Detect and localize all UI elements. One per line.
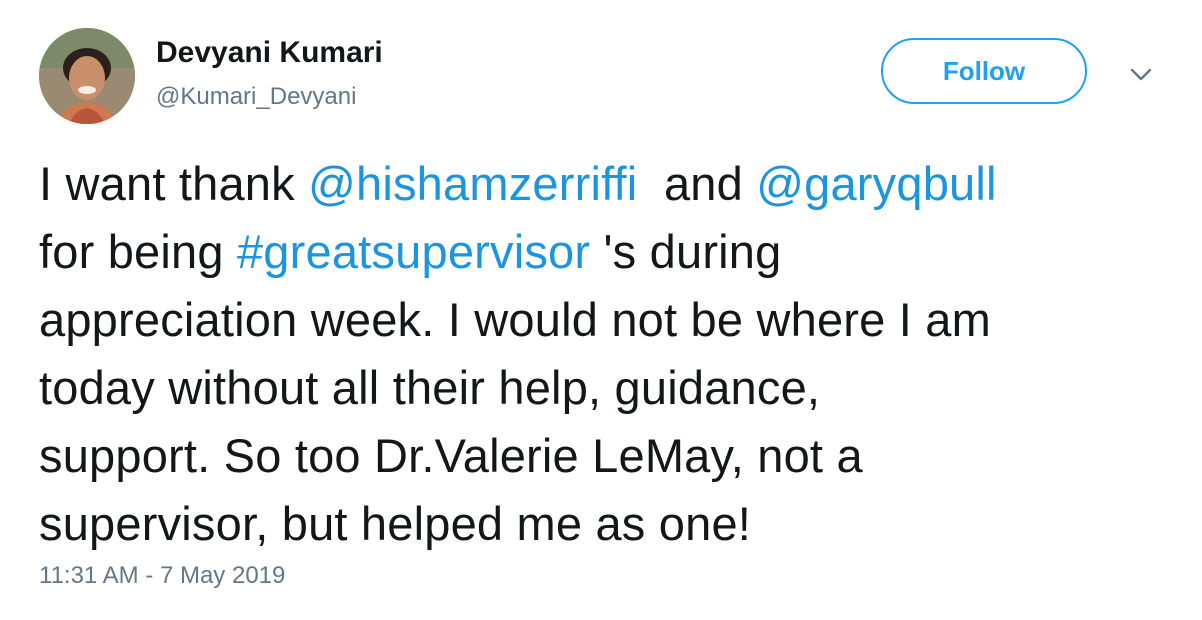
tweet-text-segment: 's during [590,225,782,278]
follow-button[interactable]: Follow [881,38,1087,104]
tweet-card: Devyani Kumari @Kumari_Devyani Follow I … [0,0,1202,620]
tweet-timestamp[interactable]: 11:31 AM - 7 May 2019 [39,562,285,590]
tweet-line: today without all their help, guidance, [39,361,821,414]
chevron-down-icon[interactable] [1124,62,1158,88]
user-handle[interactable]: @Kumari_Devyani [156,83,356,111]
avatar-image [39,28,135,124]
tweet-text-segment: and [637,157,757,210]
tweet-text-segment: I want thank [39,157,309,210]
hashtag-link-greatsupervisor[interactable]: #greatsupervisor [237,225,590,278]
tweet-line: for being #greatsupervisor 's during [39,218,1179,286]
tweet-line: support. So too Dr.Valerie LeMay, not a [39,429,863,482]
mention-link-garyqbull[interactable]: @garyqbull [756,157,996,210]
display-name[interactable]: Devyani Kumari [156,36,383,70]
tweet-text-segment: for being [39,225,237,278]
tweet-line: appreciation week. I would not be where … [39,293,991,346]
tweet-line: I want thank @hishamzerriffi and @garyqb… [39,150,1179,218]
tweet-text: I want thank @hishamzerriffi and @garyqb… [39,150,1179,558]
tweet-line: supervisor, but helped me as one! [39,497,752,550]
mention-link-hishamzerriffi[interactable]: @hishamzerriffi [308,157,637,210]
avatar[interactable] [39,28,135,124]
